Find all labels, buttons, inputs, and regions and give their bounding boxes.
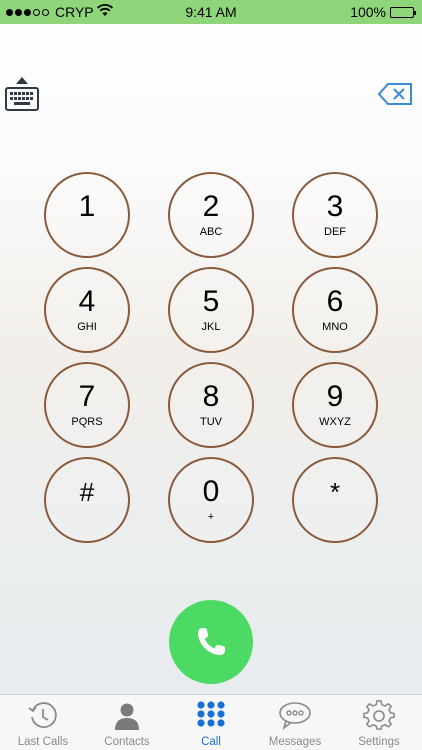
keypad-key[interactable]: 7 PQRS [44,362,130,448]
key-digit: 8 [202,380,220,413]
key-digit: 5 [202,285,220,318]
key-digit: 9 [326,380,344,413]
tab-label: Settings [358,736,400,748]
tab-messages[interactable]: Messages [253,695,337,750]
keypad-key[interactable]: * [292,457,378,543]
status-bar: CRYP 9:41 AM 100% [0,0,422,24]
keypad-key[interactable]: 9 WXYZ [292,362,378,448]
key-digit: * [329,477,341,507]
key-letters: WXYZ [319,416,351,428]
phone-icon [198,628,225,655]
key-letters: TUV [200,416,222,428]
tab-contacts[interactable]: Contacts [85,695,169,750]
speech-bubble-icon [278,700,312,737]
keypad-key[interactable]: 4 GHI [44,267,130,353]
tab-label: Last Calls [17,736,69,748]
keypad-key[interactable]: 0 + [168,457,254,543]
key-letters: DEF [324,226,346,238]
key-digit: 3 [326,190,344,223]
keypad-key[interactable]: 6 MNO [292,267,378,353]
person-icon [111,700,143,737]
keyboard-toggle-button[interactable] [4,76,40,114]
gear-icon [363,700,395,737]
clock-icon [27,700,59,737]
tab-label: Messages [268,736,322,748]
key-letters: JKL [201,321,221,333]
key-letters: GHI [77,321,97,333]
call-button[interactable] [169,600,253,684]
key-digit: 6 [326,285,344,318]
keypad-grid-icon [195,700,227,737]
key-digit: 7 [78,380,96,413]
key-digit: # [79,477,95,507]
keypad-key[interactable]: 1 [44,172,130,258]
tab-call[interactable]: Call [169,695,253,750]
keypad-key[interactable]: 3 DEF [292,172,378,258]
battery-icon [390,6,416,18]
backspace-icon [377,83,412,105]
key-letters: MNO [322,321,348,333]
key-letters: ABC [199,226,223,238]
key-digit: 4 [78,285,96,318]
tab-last-calls[interactable]: Last Calls [1,695,85,750]
keypad-key[interactable]: 5 JKL [168,267,254,353]
tab-bar: Last Calls Contacts Call Messages Settings [0,694,422,750]
key-digit: 2 [202,190,220,223]
battery-indicator: 100% [350,4,416,20]
keyboard-icon [5,77,39,111]
key-digit: 1 [78,190,96,223]
keypad-key[interactable]: 2 ABC [168,172,254,258]
backspace-button[interactable] [377,82,414,106]
key-letters: + [207,511,215,523]
tab-settings[interactable]: Settings [337,695,421,750]
key-letters: PQRS [71,416,103,428]
keypad-key[interactable]: 8 TUV [168,362,254,448]
key-digit: 0 [202,475,220,508]
keypad-key[interactable]: # [44,457,130,543]
tab-label: Call [201,736,221,748]
tab-label: Contacts [104,736,150,748]
battery-percent: 100% [350,4,386,20]
